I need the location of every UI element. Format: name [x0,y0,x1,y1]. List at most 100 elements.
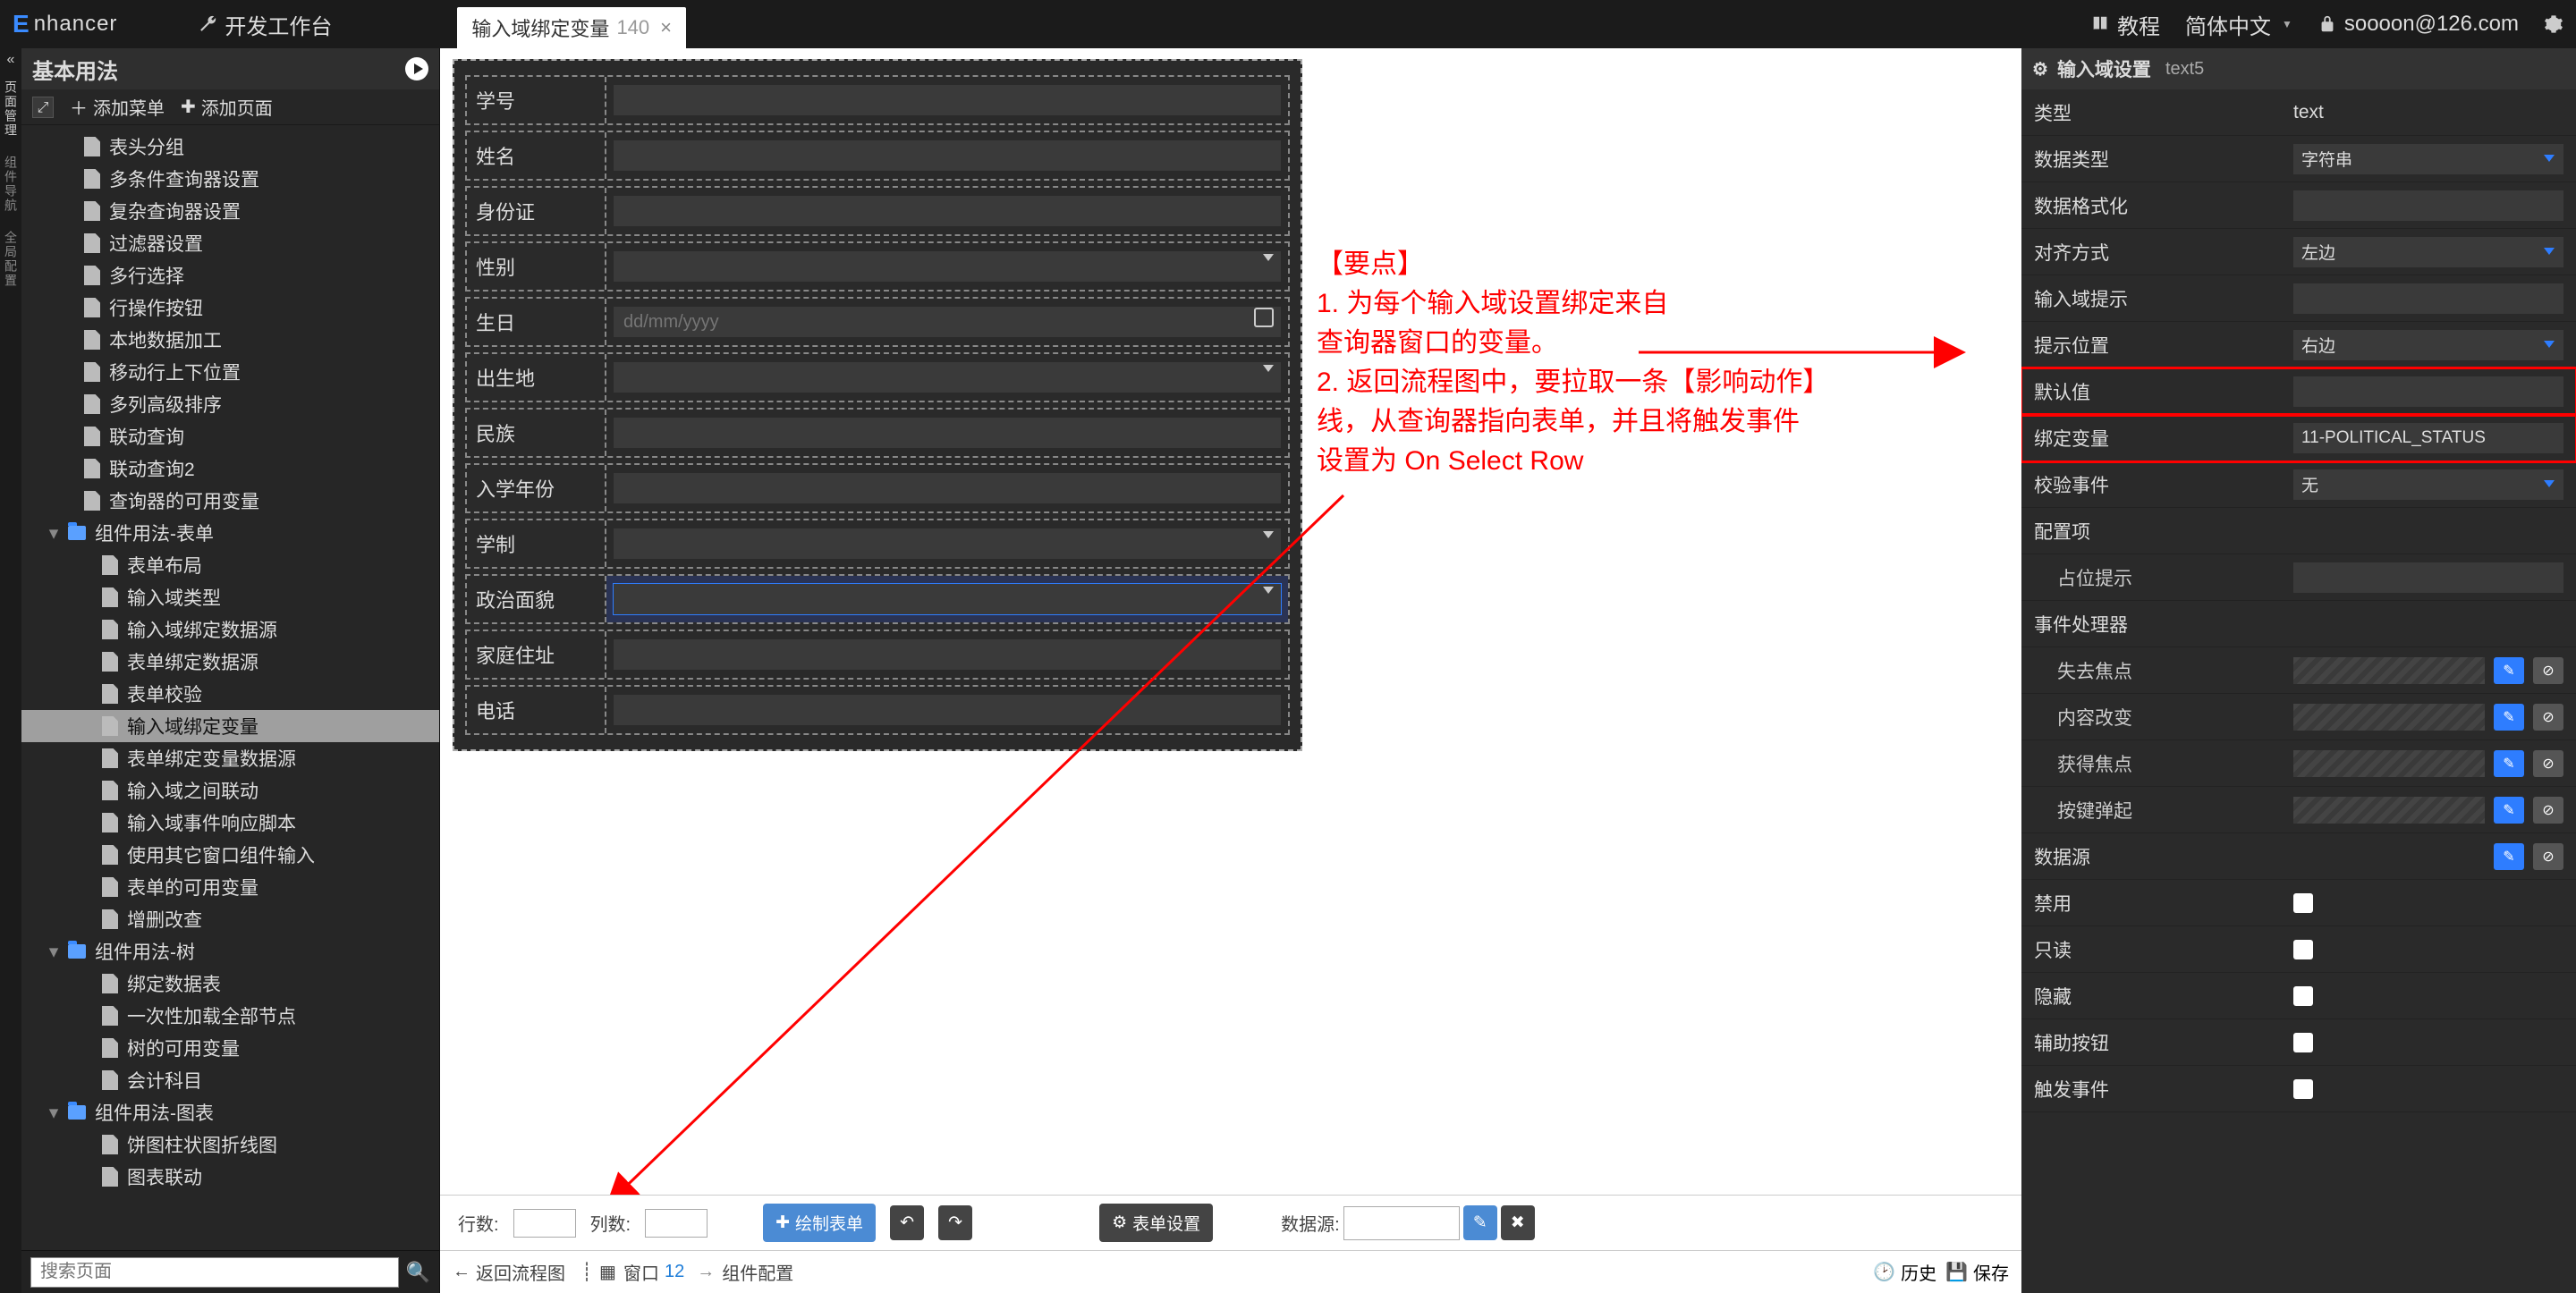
user-menu[interactable]: soooon@126.com [2318,12,2519,37]
block-icon[interactable]: ⊘ [2533,750,2563,777]
field-input[interactable] [614,196,1281,226]
play-button[interactable] [405,57,428,80]
tree-item[interactable]: 输入域之间联动 [21,774,439,807]
tab-close-icon[interactable]: × [660,16,672,39]
block-icon[interactable]: ⊘ [2533,704,2563,731]
crumb-window-id[interactable]: 12 [665,1262,684,1282]
datasource-input[interactable] [1343,1206,1460,1240]
prop-placeholder[interactable]: 占位提示 [2021,554,2576,601]
field-input[interactable] [614,584,1281,614]
form-row[interactable]: 电话 [465,685,1290,735]
checkbox[interactable] [2293,940,2313,959]
search-input[interactable] [30,1257,399,1288]
tree-item[interactable]: 表头分组 [21,131,439,163]
checkbox[interactable] [2293,986,2313,1006]
prop-aux-button[interactable]: 辅助按钮 [2021,1019,2576,1066]
tree-item[interactable]: 使用其它窗口组件输入 [21,839,439,871]
block-icon[interactable]: ⊘ [2533,797,2563,824]
tree-item[interactable]: 输入域类型 [21,581,439,613]
language-selector[interactable]: 简体中文 ▼ [2185,9,2292,40]
tree-item[interactable]: 饼图柱状图折线图 [21,1128,439,1161]
prop-hint[interactable]: 输入域提示 [2021,275,2576,322]
field-input[interactable] [614,639,1281,670]
rail-tab-page[interactable]: 页面管理 [2,72,20,147]
prop-disable[interactable]: 禁用 [2021,880,2576,926]
add-page-button[interactable]: ✚添加页面 [181,94,273,120]
field-input[interactable] [614,695,1281,725]
edit-icon[interactable]: ✎ [2494,797,2524,824]
tree-item[interactable]: 多行选择 [21,259,439,292]
checkbox[interactable] [2293,1033,2313,1052]
draw-form-button[interactable]: ✚绘制表单 [763,1204,876,1242]
rail-tab-global[interactable]: 全局配置 [2,222,20,297]
tree-item[interactable]: 查询器的可用变量 [21,485,439,517]
tree-item[interactable]: 一次性加载全部节点 [21,1000,439,1032]
tree-item[interactable]: 行操作按钮 [21,292,439,324]
crumb-window[interactable]: 窗口 [623,1259,659,1285]
rows-input[interactable] [513,1209,576,1238]
datasource-clear-button[interactable]: ✖ [1501,1205,1535,1240]
save-button[interactable]: 💾保存 [1945,1259,2009,1285]
field-input[interactable] [614,418,1281,448]
crumb-component[interactable]: 组件配置 [722,1259,793,1285]
form-row[interactable]: 政治面貌 [465,574,1290,624]
rail-tab-component[interactable]: 组件导航 [2,147,20,222]
form-row[interactable]: 姓名 [465,131,1290,181]
form-row[interactable]: 学号 [465,75,1290,125]
tree-item[interactable]: 表单绑定数据源 [21,646,439,678]
field-input[interactable] [614,307,1281,337]
form-row[interactable]: 身份证 [465,186,1290,236]
edit-icon[interactable]: ✎ [2494,657,2524,684]
form-row[interactable]: 生日 [465,297,1290,347]
tree-item[interactable]: 表单校验 [21,678,439,710]
expand-tool[interactable] [32,97,54,118]
tree-item[interactable]: 会计科目 [21,1064,439,1096]
add-menu-button[interactable]: ＋添加菜单 [70,94,165,120]
checkbox[interactable] [2293,1079,2313,1099]
prop-readonly[interactable]: 只读 [2021,926,2576,973]
edit-icon[interactable]: ✎ [2494,704,2524,731]
tree-item[interactable]: 图表联动 [21,1161,439,1193]
block-icon[interactable]: ⊘ [2533,843,2563,870]
tree-folder[interactable]: ▾组件用法-表单 [21,517,439,549]
tree-item[interactable]: 树的可用变量 [21,1032,439,1064]
field-input[interactable] [614,528,1281,559]
prop-align[interactable]: 对齐方式 [2021,229,2576,275]
rail-collapse-icon[interactable]: « [7,48,15,72]
tree-item[interactable]: 移动行上下位置 [21,356,439,388]
tab-current[interactable]: 输入域绑定变量 140 × [457,7,686,48]
workbench-button[interactable]: 开发工作台 [198,9,332,40]
tree-item[interactable]: 表单布局 [21,549,439,581]
prop-hidden[interactable]: 隐藏 [2021,973,2576,1019]
search-icon[interactable]: 🔍 [406,1261,430,1284]
tutorial-button[interactable]: 教程 [2090,9,2160,40]
tree-item[interactable]: 复杂查询器设置 [21,195,439,227]
field-input[interactable] [614,362,1281,393]
settings-button[interactable] [2544,14,2563,34]
edit-icon[interactable]: ✎ [2494,843,2524,870]
tree-item[interactable]: 输入域绑定变量 [21,710,439,742]
tree-item[interactable]: 输入域绑定数据源 [21,613,439,646]
tree-folder[interactable]: ▾组件用法-树 [21,935,439,968]
tree-item[interactable]: 本地数据加工 [21,324,439,356]
form-settings-button[interactable]: ⚙表单设置 [1099,1204,1213,1242]
tree-item[interactable]: 多条件查询器设置 [21,163,439,195]
form-row[interactable]: 出生地 [465,352,1290,402]
tree-item[interactable]: 联动查询2 [21,452,439,485]
form-row[interactable]: 入学年份 [465,463,1290,513]
tree-item[interactable]: 表单绑定变量数据源 [21,742,439,774]
field-input[interactable] [614,140,1281,171]
block-icon[interactable]: ⊘ [2533,657,2563,684]
tree-item[interactable]: 输入域事件响应脚本 [21,807,439,839]
tree-item[interactable]: 多列高级排序 [21,388,439,420]
back-to-flow[interactable]: ←返回流程图 [453,1259,565,1285]
form-row[interactable]: 学制 [465,519,1290,569]
tree-item[interactable]: 增删改查 [21,903,439,935]
form-row[interactable]: 民族 [465,408,1290,458]
checkbox[interactable] [2293,893,2313,913]
prop-default[interactable]: 默认值 [2021,368,2576,415]
field-input[interactable] [614,251,1281,282]
prop-datatype[interactable]: 数据类型 [2021,136,2576,182]
prop-format[interactable]: 数据格式化 [2021,182,2576,229]
tree-item[interactable]: 过滤器设置 [21,227,439,259]
